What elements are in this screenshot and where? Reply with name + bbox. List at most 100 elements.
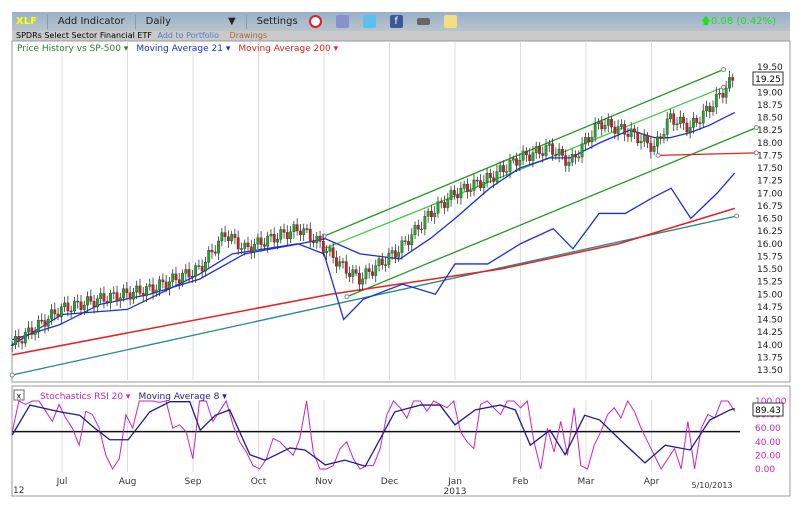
y-tick-label: 18.75 (757, 101, 783, 111)
candle (547, 143, 551, 146)
candle (587, 137, 591, 143)
candle (567, 161, 571, 166)
settings-button[interactable]: Settings (253, 16, 302, 27)
trendline-handle (655, 152, 661, 158)
candle (580, 143, 584, 158)
candle (174, 273, 178, 280)
print-icon[interactable] (416, 18, 430, 25)
candle (662, 134, 666, 139)
drawings-link[interactable]: Drawings (230, 31, 267, 40)
alarm-clock-icon[interactable] (308, 15, 322, 28)
candle (472, 179, 476, 191)
price-change: 🡅0.08 (0.42%) (701, 14, 776, 31)
y-tick-label: 17.25 (757, 177, 783, 187)
ticker-symbol[interactable]: XLF (12, 16, 41, 27)
candle (718, 93, 722, 95)
y-tick-label: 19.50 (757, 63, 783, 73)
interval-select[interactable]: Daily ▼ (142, 16, 240, 27)
candle (393, 250, 397, 258)
candle (331, 247, 335, 258)
y-tick-label: 16.00 (757, 240, 783, 250)
trendline-handle (734, 213, 740, 219)
candle (56, 313, 60, 317)
candle (161, 279, 165, 283)
year-start-label: 12 (13, 486, 24, 496)
candle (449, 190, 453, 200)
add-indicator-button[interactable]: Add Indicator (54, 16, 129, 27)
x-tick-label: Jul (56, 477, 68, 487)
portfolio-icon[interactable] (335, 15, 349, 28)
candle (446, 199, 450, 208)
candle (636, 131, 640, 144)
sp500-comparison-line (11, 172, 736, 346)
x-tick-label: Jan (447, 477, 462, 487)
candle (23, 331, 27, 344)
candle (53, 309, 57, 315)
candle (498, 165, 502, 172)
trendline (323, 68, 724, 237)
candle (479, 180, 482, 188)
candle (557, 148, 561, 156)
x-tick-label: Nov (315, 477, 333, 487)
candle (50, 309, 53, 320)
candle (577, 156, 581, 159)
stock-chart-app: XLF Add Indicator Daily ▼ Settings f 🡅0.0… (0, 0, 798, 507)
candle (177, 279, 181, 284)
candle (452, 190, 456, 195)
candle (495, 171, 499, 182)
candle (354, 269, 358, 274)
candle (570, 154, 574, 163)
chart-area[interactable]: Jul Aug Sep Oct Nov Dec Jan Feb Mar Apr 12 2013 5/10… (0, 0, 798, 507)
candle (387, 252, 391, 265)
candle (63, 302, 67, 308)
candle (466, 183, 469, 192)
candle (669, 113, 672, 120)
candle (485, 173, 489, 183)
candle (109, 292, 112, 304)
candle (37, 319, 40, 332)
ma21-line (12, 111, 735, 341)
candle (102, 293, 106, 302)
candle (302, 228, 306, 235)
candle (115, 292, 119, 302)
candle (639, 141, 643, 144)
candle (33, 331, 37, 335)
y-tick-label: 16.75 (757, 202, 783, 212)
trendline-handle (9, 372, 15, 378)
candle (73, 300, 76, 312)
candle (128, 292, 132, 300)
candle (652, 146, 656, 152)
candle (456, 194, 460, 199)
trendline-handle (721, 84, 727, 90)
candle (105, 301, 109, 304)
candle (698, 122, 702, 124)
candle (416, 224, 420, 230)
candle (403, 240, 407, 242)
candle (341, 261, 345, 263)
candle (230, 234, 234, 242)
candle (308, 228, 312, 241)
twitter-icon[interactable] (362, 15, 376, 28)
candle (583, 137, 587, 145)
add-to-portfolio-link[interactable]: Add to Portfolio (157, 31, 219, 40)
y-tick-label: 19.00 (757, 88, 783, 98)
y-tick-label: 15.50 (757, 265, 783, 275)
note-icon[interactable] (443, 15, 457, 28)
candle (390, 250, 394, 254)
candle (649, 142, 653, 152)
candle (266, 235, 270, 247)
candle (675, 123, 679, 126)
y-tick-label: 13.75 (757, 353, 783, 363)
trendline-handle (321, 233, 327, 239)
facebook-icon[interactable]: f (389, 15, 403, 28)
candle (590, 136, 594, 143)
candle (597, 121, 600, 124)
candle (125, 288, 129, 293)
candle (518, 160, 522, 166)
candle (692, 118, 695, 128)
candle (226, 236, 230, 242)
close-panel-button[interactable] (13, 389, 25, 401)
candle (204, 262, 207, 272)
candle (619, 124, 623, 127)
candle (407, 241, 410, 246)
